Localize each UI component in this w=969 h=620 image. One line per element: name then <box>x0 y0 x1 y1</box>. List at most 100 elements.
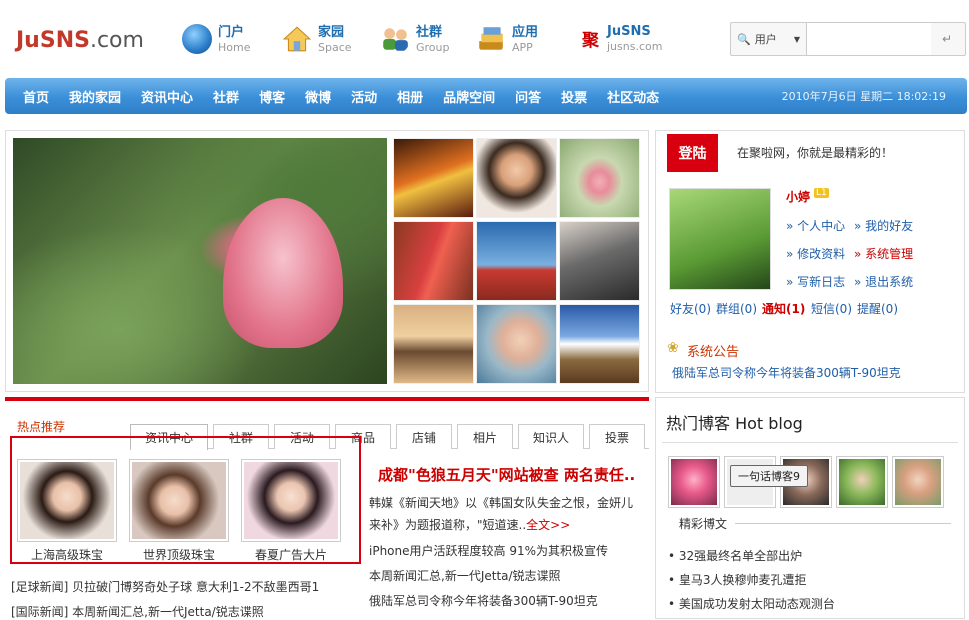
news-item[interactable]: 俄陆军总司令称今年将装备300辆T-90坦克 <box>369 592 598 609</box>
topnav-group-label: 社群 <box>416 24 443 40</box>
tab-photos[interactable]: 相片 <box>457 424 513 449</box>
welcome-text: 在聚啦网，你就是最精彩的！ <box>737 146 894 160</box>
blog-post-item[interactable]: • 皇马3人换穆帅麦孔遭拒 <box>668 571 807 588</box>
photo-thumb[interactable] <box>393 221 474 301</box>
news-item[interactable]: [国际新闻] 本周新闻汇总,新一代Jetta/锐志谍照 <box>11 603 264 620</box>
nav-community-feed[interactable]: 社区动态 <box>607 87 659 106</box>
nav-vote[interactable]: 投票 <box>561 87 587 106</box>
photo-thumb[interactable] <box>393 304 474 384</box>
nav-blog[interactable]: 博客 <box>259 87 285 106</box>
link-my-friends[interactable]: » 我的好友 <box>854 217 913 234</box>
link-system-admin[interactable]: » 系统管理 <box>854 245 913 262</box>
topnav-portal-label: 门户 <box>218 24 245 40</box>
house-icon <box>282 26 312 52</box>
nav-albums[interactable]: 相册 <box>397 87 423 106</box>
user-avatar[interactable] <box>669 188 771 290</box>
nav-brand-space[interactable]: 品牌空间 <box>443 87 495 106</box>
nav-my-space[interactable]: 我的家园 <box>69 87 121 106</box>
photo-card[interactable] <box>17 459 117 542</box>
topnav-portal-sub: Home <box>218 40 251 54</box>
link-edit-profile[interactable]: » 修改资料 <box>786 245 845 262</box>
topnav-app[interactable]: 应用 APP <box>476 24 538 54</box>
news-item[interactable]: iPhone用户活跃程度较高 91%为其积极宣传 <box>369 542 608 559</box>
main-nav: 首页 我的家园 资讯中心 社群 博客 微博 活动 相册 品牌空间 问答 投票 社… <box>5 78 967 114</box>
link-my-friends-label: 我的好友 <box>865 219 914 233</box>
photo-caption[interactable]: 上海高级珠宝 <box>17 546 117 563</box>
link-edit-profile-label: 修改资料 <box>797 247 846 261</box>
link-system-admin-label: 系统管理 <box>865 247 914 261</box>
photo-thumb[interactable] <box>476 304 557 384</box>
link-logout-label: 退出系统 <box>865 275 914 289</box>
nav-groups[interactable]: 社群 <box>213 87 239 106</box>
tab-shops[interactable]: 店铺 <box>396 424 452 449</box>
photo-caption[interactable]: 春夏广告大片 <box>241 546 341 563</box>
topnav-group[interactable]: 社群 Group <box>380 24 450 54</box>
nav-home[interactable]: 首页 <box>23 87 49 106</box>
logo-suffix: .com <box>89 28 144 53</box>
featured-posts-title: 精彩博文 <box>679 517 728 531</box>
news-headline[interactable]: 成都"色狼五月天"网站被查 两名责任.. <box>378 464 635 485</box>
announcement-link[interactable]: 俄陆军总司令称今年将装备300辆T-90坦克 <box>672 364 901 381</box>
link-write-diary[interactable]: » 写新日志 <box>786 273 845 290</box>
user-level-badge: L1 <box>814 188 829 198</box>
topnav-group-sub: Group <box>416 40 450 54</box>
link-personal-center-label: 个人中心 <box>797 219 846 233</box>
search-input[interactable] <box>807 23 931 55</box>
nav-qa[interactable]: 问答 <box>515 87 541 106</box>
news-item[interactable]: 本周新闻汇总,新一代Jetta/锐志谍照 <box>369 567 561 584</box>
blogger-avatar[interactable] <box>668 456 720 508</box>
nav-events[interactable]: 活动 <box>351 87 377 106</box>
topnav-portal[interactable]: 门户 Home <box>182 24 250 54</box>
featured-lotus-image[interactable] <box>13 138 387 384</box>
link-personal-center[interactable]: » 个人中心 <box>786 217 845 234</box>
photo-thumb[interactable] <box>476 221 557 301</box>
photo-thumb[interactable] <box>393 138 474 218</box>
hot-blog-divider <box>662 442 958 443</box>
photo-card[interactable] <box>129 459 229 542</box>
news-item[interactable]: [足球新闻] 贝拉破门博努奇处子球 意大利1-2不敌墨西哥1 <box>11 578 319 595</box>
nav-news[interactable]: 资讯中心 <box>141 87 193 106</box>
stat-reminders[interactable]: 提醒(0) <box>857 300 898 317</box>
tab-vote[interactable]: 投票 <box>589 424 645 449</box>
featured-posts-divider <box>735 523 951 524</box>
blogger-avatar[interactable] <box>892 456 944 508</box>
topnav-space-label: 家园 <box>318 24 345 40</box>
section-divider <box>5 397 649 401</box>
topnav-space[interactable]: 家园 Space <box>282 24 352 54</box>
stat-groups[interactable]: 群组(0) <box>716 300 757 317</box>
tab-experts[interactable]: 知识人 <box>518 424 584 449</box>
search-submit-icon[interactable]: ↵ <box>931 32 963 46</box>
stat-friends[interactable]: 好友(0) <box>670 300 711 317</box>
login-button[interactable]: 登陆 <box>667 134 718 172</box>
link-logout[interactable]: » 退出系统 <box>854 273 913 290</box>
lotus-flower-shape <box>223 198 343 348</box>
topnav-jusns[interactable]: 聚 JuSNS jusns.com <box>582 24 662 53</box>
photo-thumb[interactable] <box>559 221 640 301</box>
read-more-link[interactable]: 全文>> <box>526 518 570 532</box>
topnav-jusns-sub: jusns.com <box>607 40 663 53</box>
search-icon: 🔍 <box>737 32 751 46</box>
photo-thumb[interactable] <box>559 138 640 218</box>
stat-messages[interactable]: 短信(0) <box>811 300 852 317</box>
blogger-avatar[interactable] <box>836 456 888 508</box>
blog-post-item[interactable]: • 美国成功发射太阳动态观测台 <box>668 595 835 612</box>
search-bar: 🔍 用户 ▼ ↵ <box>730 22 966 56</box>
logo-text: JuSNS <box>16 28 90 53</box>
news-lead-text: 韩媒《新闻天地》以《韩国女队失金之恨，金妍儿来补》为题报道称，"短道速.. <box>369 496 634 532</box>
blog-post-item[interactable]: • 32强最终名单全部出炉 <box>668 547 802 564</box>
photo-thumb[interactable] <box>559 304 640 384</box>
user-name[interactable]: 小婷 <box>786 188 810 205</box>
nav-microblog[interactable]: 微博 <box>305 87 331 106</box>
news-lead: 韩媒《新闻天地》以《韩国女队失金之恨，金妍儿来补》为题报道称，"短道速..全文>… <box>369 492 639 536</box>
search-scope-select[interactable]: 🔍 用户 ▼ <box>731 23 807 55</box>
stack-icon <box>479 27 503 50</box>
site-logo[interactable]: JuSNS.com <box>16 28 144 53</box>
search-scope-label: 用户 <box>754 33 777 46</box>
photo-thumb[interactable] <box>476 138 557 218</box>
topnav-app-label: 应用 <box>512 24 539 40</box>
photo-caption[interactable]: 世界顶级珠宝 <box>129 546 229 563</box>
topnav-space-sub: Space <box>318 40 352 54</box>
photo-card[interactable] <box>241 459 341 542</box>
globe-icon <box>182 24 212 54</box>
stat-notifications[interactable]: 通知(1) <box>762 300 805 317</box>
